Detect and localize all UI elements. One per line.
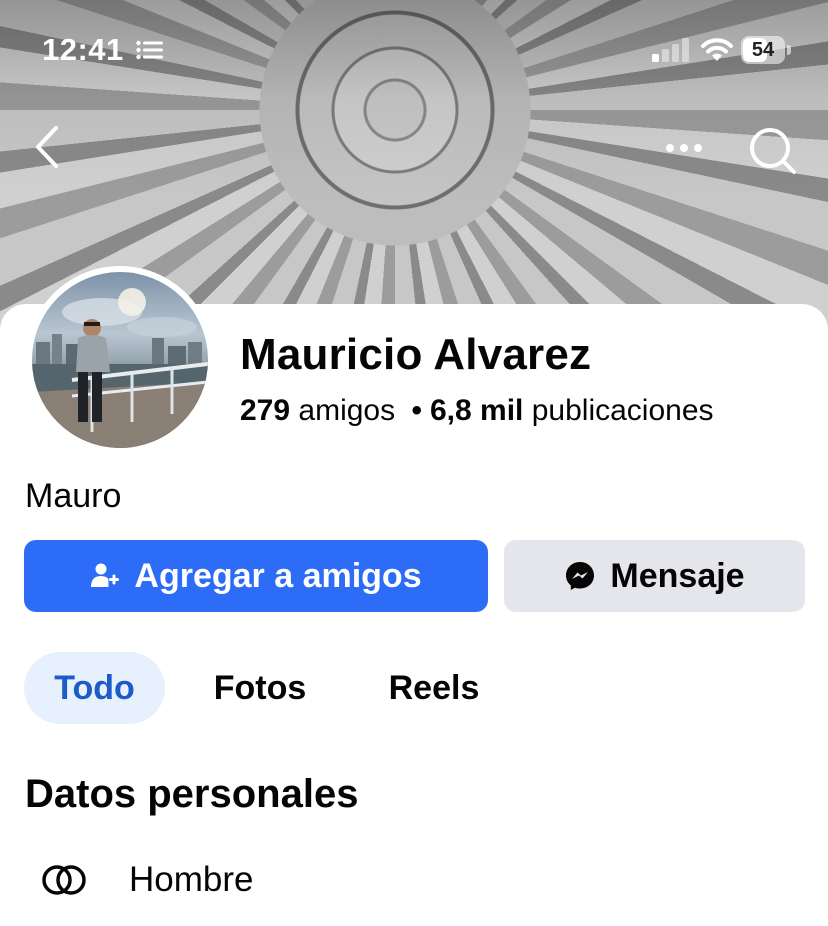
status-bar: 12:41 54 [0,0,828,100]
cellular-signal-icon [652,38,689,62]
tab-todo[interactable]: Todo [24,652,165,724]
profile-name: Mauricio Alvarez [240,330,592,379]
battery-icon: 54 [741,36,791,64]
profile-stats: 279 amigos • 6,8 mil publicaciones [240,394,714,428]
message-button[interactable]: Mensaje [504,540,805,612]
add-friend-button[interactable]: Agregar a amigos [24,540,488,612]
messenger-icon [566,562,595,590]
focus-list-icon [136,40,163,60]
chevron-left-icon[interactable] [30,122,66,172]
personal-info-title: Datos personales [25,772,359,816]
posts-count: 6,8 mil [429,394,524,427]
tab-reels[interactable]: Reels [362,652,506,724]
add-person-icon [91,563,120,587]
stats-separator: • [411,394,422,427]
friends-count[interactable]: 279 [240,394,290,427]
posts-label: publicaciones [531,394,714,427]
friends-label[interactable]: amigos [298,394,395,427]
add-friend-label: Agregar a amigos [134,556,422,595]
message-label: Mensaje [610,556,745,595]
avatar-photo [32,272,208,448]
status-time: 12:41 [42,32,124,67]
search-icon[interactable] [746,124,798,176]
battery-level: 54 [751,39,775,61]
more-horizontal-icon[interactable] [662,130,706,166]
gender-rings-icon [42,865,86,895]
gender-value: Hombre [129,860,254,899]
tab-fotos[interactable]: Fotos [188,652,332,724]
wifi-icon [701,38,733,61]
profile-nickname: Mauro [25,477,122,515]
avatar[interactable] [26,266,214,454]
